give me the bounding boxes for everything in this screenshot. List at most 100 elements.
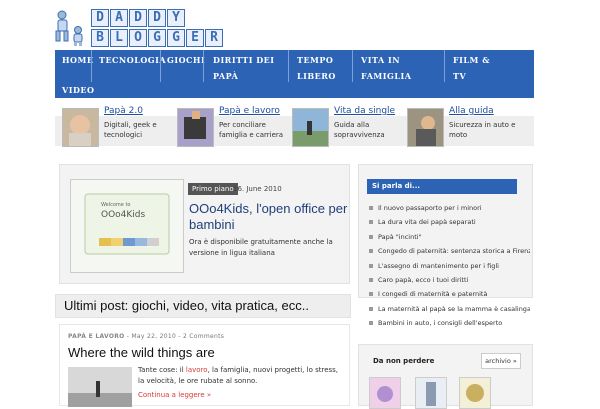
featured-title[interactable]: Alla guida [449,106,494,116]
post-date-comments[interactable]: - May 22, 2010 - 2 Comments [125,333,225,340]
site-logo[interactable]: DADDY BLOGGER [91,9,224,49]
robot-logo-icon [55,10,83,46]
logo-letter: A [110,9,128,27]
nav-item-tempo-libero[interactable]: Tempo libero [297,52,337,84]
square-bullet-icon [369,206,373,210]
post-image[interactable] [68,367,132,407]
nav-item-video[interactable]: Video [62,82,94,98]
site-header: DADDY BLOGGER [0,0,600,52]
nav-divider [352,50,353,82]
post-excerpt-start: Tante cose: il [138,366,186,374]
nav-item-home[interactable]: Home [62,52,93,68]
nav-item-vita-famiglia[interactable]: Vita in famiglia [361,52,416,84]
sidebar: Si parla di... Il nuovo passaporto per i… [358,160,534,409]
square-bullet-icon [369,292,373,297]
logo-letter: G [167,29,185,47]
primo-piano-badge: Primo piano [188,183,238,195]
sidebar-list: Il nuovo passaporto per i minori La dura … [367,201,530,331]
sidebar-list-label: La maternità al papà se la mamma è casal… [378,304,530,313]
logo-letter: Y [167,9,185,27]
logo-letter: O [129,29,147,47]
square-bullet-icon [369,321,373,326]
nav-item-tecnologia[interactable]: Tecnologia [99,52,166,68]
primo-piano-excerpt: Ora è disponibile gratuitamente anche la… [189,238,333,257]
featured-thumb [62,108,99,147]
sidebar-list-item[interactable]: Bambini in auto, i consigli dell'esperto [367,316,530,330]
archivio-button[interactable]: archivio » [481,353,521,369]
featured-subtitle: Digitali, geek e tecnologici [104,121,157,139]
sidebar-list-item[interactable]: La maternità al papà se la mamma è casal… [367,302,530,316]
sidebar-list-item[interactable]: La dura vita dei papà separati [367,215,530,229]
logo-letter: D [129,9,147,27]
post-card: Papà e lavoro - May 22, 2010 - 2 Comment… [59,324,350,407]
logo-letter: R [205,29,223,47]
sidebar-list-label: L'assegno di mantenimento per i figli [378,261,499,270]
da-non-perdere-title: Da non perdere [373,357,435,365]
nav-divider [160,50,161,82]
promo-thumb[interactable] [415,377,447,409]
featured-thumb [407,108,444,147]
featured-title[interactable]: Vita da single [334,106,395,116]
nav-item-film-tv[interactable]: Film & TV [453,52,493,84]
da-non-perdere-box: Da non perdere archivio » [358,344,533,409]
ultimi-post-heading: Ultimi post: giochi, video, vita pratica… [55,294,351,318]
featured-papa-lavoro[interactable]: Papà e lavoro Per conciliare famiglia e … [177,106,289,150]
logo-letter: D [148,9,166,27]
featured-subtitle: Sicurezza in auto e moto [449,121,516,139]
sidebar-list-item[interactable]: Papà "incinti" [367,230,530,244]
sidebar-list-label: Il nuovo passaporto per i minori [378,204,482,212]
main-column: Welcome to OOo4Kids Primo piano 16. June… [55,160,351,407]
sidebar-header: Si parla di... [367,179,517,194]
post-excerpt: Tante cose: il lavoro, la famiglia, nuov… [138,365,344,387]
logo-letter: E [186,29,204,47]
logo-line-2: BLOGGER [91,29,224,47]
primo-piano-image[interactable]: Welcome to OOo4Kids [70,179,184,273]
post-category[interactable]: Papà e lavoro [68,333,125,340]
square-bullet-icon [369,306,373,311]
featured-title[interactable]: Papà e lavoro [219,106,280,116]
sidebar-list-label: Bambini in auto, i consigli dell'esperto [378,319,503,328]
featured-subtitle: Per conciliare famiglia e carriera [219,121,284,139]
post-meta: Papà e lavoro - May 22, 2010 - 2 Comment… [68,333,224,340]
sidebar-list-label: I congedi di maternità e paternità [378,290,488,299]
primo-piano-title[interactable]: OOo4Kids, l'open office per bambini [189,201,349,233]
featured-subtitle: Guida alla sopravvivenza [334,121,385,139]
logo-line-1: DADDY [91,9,224,27]
sidebar-list-label: Congedo di paternità: sentenza storica a… [378,247,530,256]
promo-thumb[interactable] [459,377,491,409]
sidebar-list-label: Caro papà, ecco i tuoi diritti [378,275,469,284]
logo-letter: B [91,29,109,47]
sidebar-list-item[interactable]: Caro papà, ecco i tuoi diritti [367,273,530,287]
sidebar-list-item[interactable]: Il nuovo passaporto per i minori [367,201,530,215]
promo-thumb[interactable] [369,377,401,409]
featured-categories: Papà 2.0 Digitali, geek e tecnologici Pa… [55,98,534,154]
read-more-link[interactable]: Continua a leggere » [138,391,211,399]
post-tag-link[interactable]: lavoro [186,366,208,374]
primo-image-brand: OOo4Kids [101,210,146,220]
square-bullet-icon [369,263,373,268]
featured-alla-guida[interactable]: Alla guida Sicurezza in auto e moto [407,106,519,150]
square-bullet-icon [369,249,373,254]
main-nav: Home Tecnologia Giochi Diritti dei papà … [55,50,534,98]
logo-letter: L [110,29,128,47]
post-title[interactable]: Where the wild things are [68,345,215,360]
sidebar-list-item[interactable]: I congedi di maternità e paternità [367,287,530,301]
featured-thumb [177,108,214,147]
nav-item-diritti[interactable]: Diritti dei papà [213,52,283,84]
logo-letter: D [91,9,109,27]
square-bullet-icon [369,277,373,282]
primo-image-caption: Welcome to [101,202,131,208]
nav-item-giochi[interactable]: Giochi [167,52,205,68]
nav-divider [288,50,289,82]
logo-letter: G [148,29,166,47]
featured-title[interactable]: Papà 2.0 [104,106,143,116]
square-bullet-icon [369,220,373,225]
sidebar-list-item[interactable]: L'assegno di mantenimento per i figli [367,259,530,273]
featured-papa-20[interactable]: Papà 2.0 Digitali, geek e tecnologici [62,106,174,150]
si-parla-di-box: Si parla di... Il nuovo passaporto per i… [358,164,533,327]
sidebar-list-label: Papà "incinti" [378,232,422,241]
featured-vita-single[interactable]: Vita da single Guida alla sopravvivenza [292,106,404,150]
nav-divider [444,50,445,82]
sidebar-list-item[interactable]: Congedo di paternità: sentenza storica a… [367,244,530,258]
nav-divider [91,50,92,82]
